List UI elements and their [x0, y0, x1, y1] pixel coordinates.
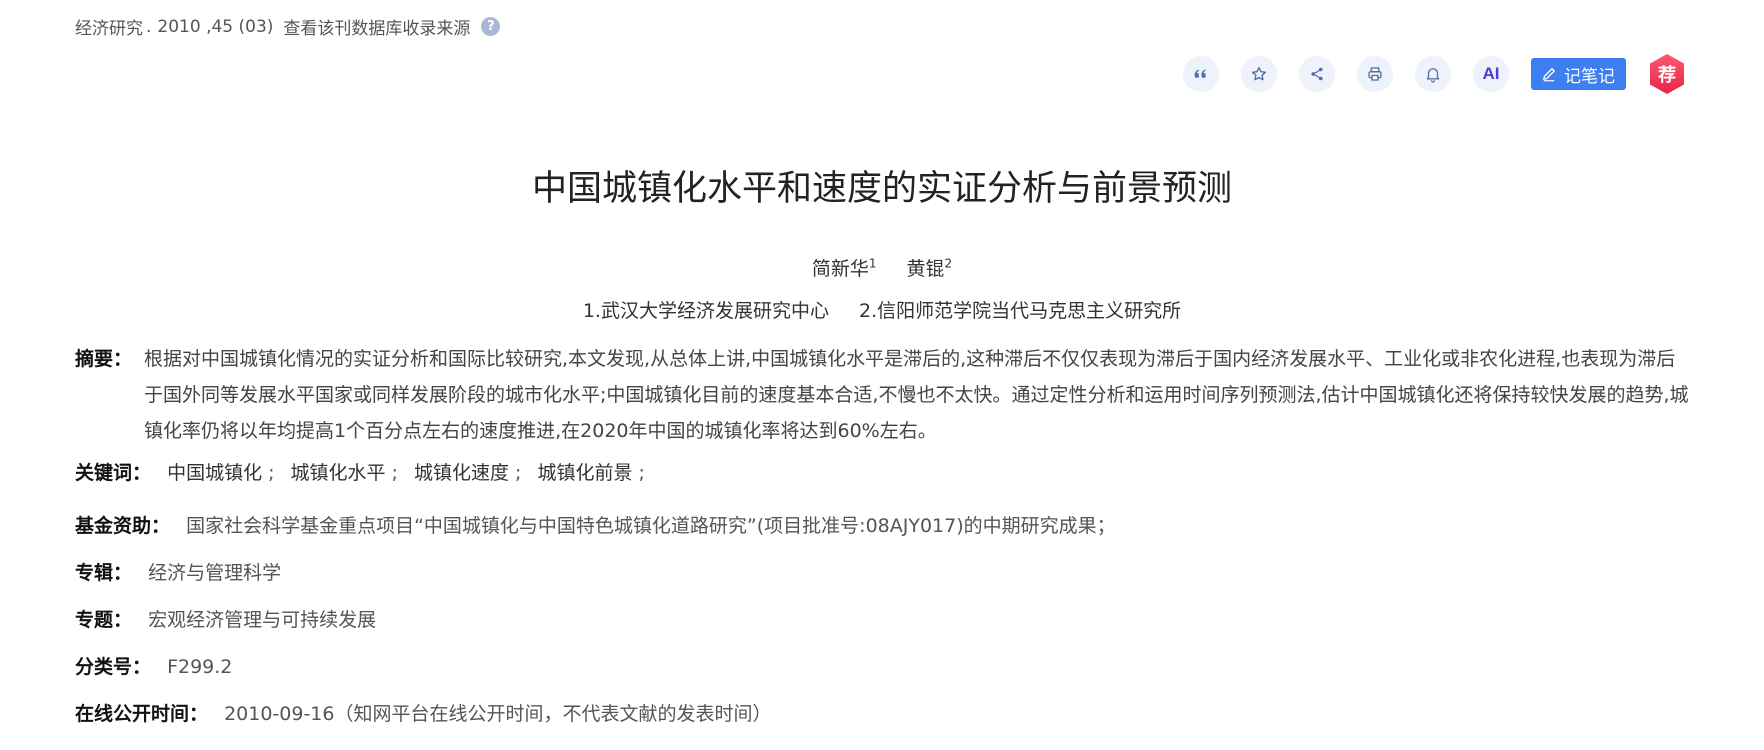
online-time-label: 在线公开时间： — [75, 703, 209, 725]
fund-label: 基金资助： — [75, 515, 171, 537]
author-link[interactable]: 简新华1 — [812, 257, 877, 280]
quote-icon — [1194, 69, 1206, 78]
pen-icon — [1543, 68, 1555, 82]
keywords-row: 关键词： 中国城镇化; 城镇化水平; 城镇化速度; 城镇化前景; — [75, 462, 645, 484]
organization-link[interactable]: 2.信阳师范学院当代马克思主义研究所 — [859, 300, 1181, 322]
source-separator: . — [146, 16, 152, 37]
abstract-label: 摘要： — [75, 348, 133, 370]
keyword-link[interactable]: 城镇化前景 — [537, 462, 632, 484]
online-time-value: 2010-09-16（知网平台在线公开时间，不代表文献的发表时间） — [224, 703, 772, 725]
fund-link[interactable]: 国家社会科学基金重点项目“中国城镇化与中国特色城镇化道路研究”(项目批准号:08… — [186, 515, 1116, 537]
classification-row: 分类号： F299.2 — [75, 649, 232, 685]
author-link[interactable]: 黄锟2 — [907, 257, 953, 280]
database-source-link[interactable]: 查看该刊数据库收录来源 — [283, 14, 470, 39]
keywords-label: 关键词： — [75, 462, 152, 484]
topic-label: 专题： — [75, 609, 133, 631]
help-icon[interactable]: ? — [481, 17, 501, 36]
cite-button[interactable] — [1183, 56, 1219, 92]
keyword-link[interactable]: 城镇化速度 — [414, 462, 509, 484]
classification-label: 分类号： — [75, 656, 152, 678]
take-notes-label: 记笔记 — [1564, 66, 1615, 87]
abstract-text: 根据对中国城镇化情况的实证分析和国际比较研究,本文发现,从总体上讲,中国城镇化水… — [144, 348, 1689, 442]
journal-name[interactable]: 经济研究 — [75, 14, 143, 39]
subscribe-button[interactable] — [1415, 56, 1451, 92]
abstract-row: 摘要： 根据对中国城镇化情况的实证分析和国际比较研究,本文发现,从总体上讲,中国… — [75, 341, 1690, 449]
star-icon — [1251, 66, 1267, 81]
organization-link[interactable]: 1.武汉大学经济发展研究中心 — [583, 300, 829, 322]
topic-row: 专题： 宏观经济管理与可持续发展 — [75, 602, 376, 638]
classification-value: F299.2 — [167, 656, 233, 678]
journal-issue[interactable]: 2010 ,45 (03) — [157, 17, 273, 37]
organization-list: 1.武汉大学经济发展研究中心 2.信阳师范学院当代马克思主义研究所 — [0, 296, 1764, 323]
share-button[interactable] — [1299, 56, 1335, 92]
online-time-row: 在线公开时间： 2010-09-16（知网平台在线公开时间，不代表文献的发表时间… — [75, 696, 771, 732]
favorite-button[interactable] — [1241, 56, 1277, 92]
toolbar: AI 记笔记 荐 — [1183, 53, 1686, 95]
author-list: 简新华1 黄锟2 — [0, 254, 1764, 281]
share-icon — [1311, 67, 1323, 81]
topic-value: 宏观经济管理与可持续发展 — [148, 609, 377, 631]
article-title: 中国城镇化水平和速度的实证分析与前景预测 — [531, 169, 1232, 209]
keyword-link[interactable]: 城镇化水平 — [291, 462, 386, 484]
fund-row: 基金资助： 国家社会科学基金重点项目“中国城镇化与中国特色城镇化道路研究”(项目… — [75, 508, 1116, 544]
album-value: 经济与管理科学 — [148, 562, 282, 584]
album-row: 专辑： 经济与管理科学 — [75, 555, 281, 591]
print-button[interactable] — [1357, 56, 1393, 92]
ai-button[interactable]: AI — [1473, 56, 1509, 92]
bell-icon — [1426, 68, 1440, 83]
ai-label: AI — [1482, 64, 1500, 83]
recommend-label: 荐 — [1658, 65, 1676, 86]
source-line: 经济研究 . 2010 ,45 (03) 查看该刊数据库收录来源 ? — [75, 14, 501, 39]
take-notes-button[interactable]: 记笔记 — [1531, 58, 1626, 90]
print-icon — [1368, 67, 1382, 81]
keyword-link[interactable]: 中国城镇化 — [167, 462, 262, 484]
album-label: 专辑： — [75, 562, 133, 584]
recommend-badge[interactable]: 荐 — [1648, 53, 1686, 95]
